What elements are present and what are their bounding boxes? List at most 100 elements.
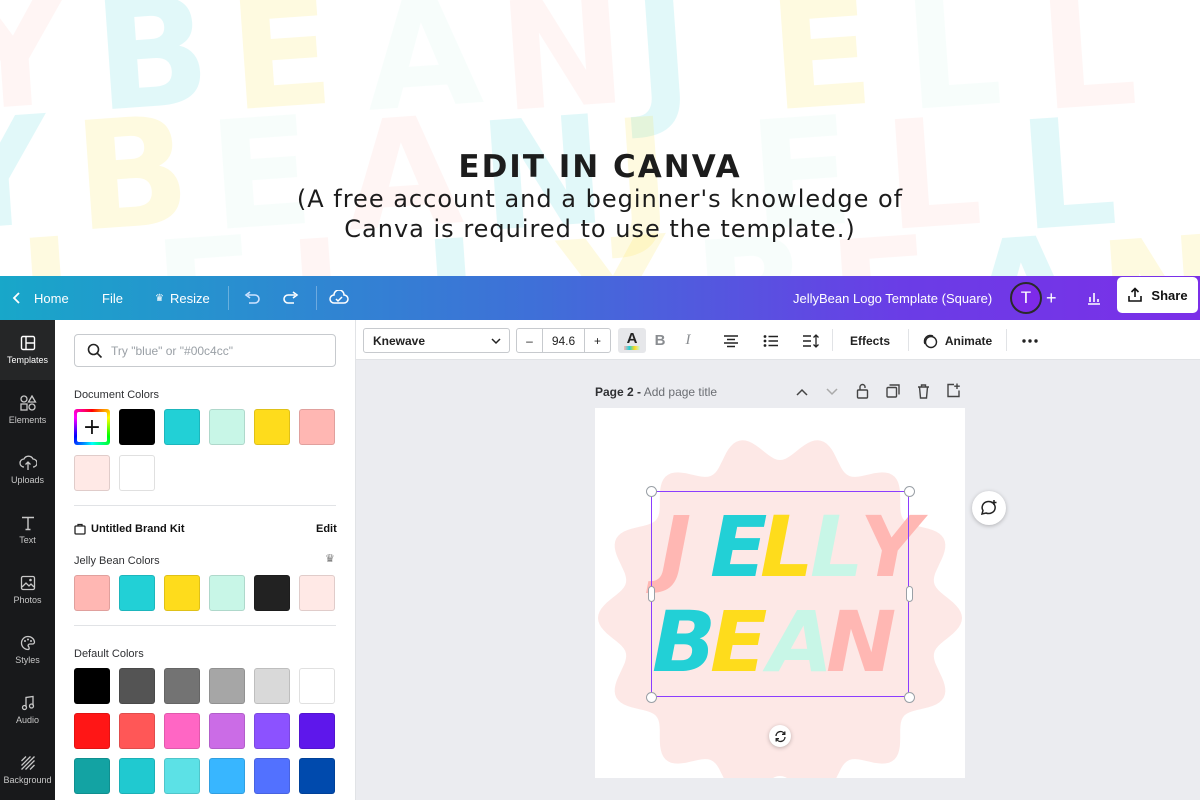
resize-handle-top-right[interactable] [904, 486, 915, 497]
default-color-swatch[interactable] [209, 668, 245, 704]
document-color-swatch[interactable] [209, 409, 245, 445]
default-color-swatch[interactable] [74, 758, 110, 794]
default-color-swatch[interactable] [119, 713, 155, 749]
default-color-swatch[interactable] [299, 668, 335, 704]
increase-size-button[interactable]: + [584, 329, 610, 352]
brand-kit-edit-link[interactable]: Edit [316, 523, 337, 535]
home-button[interactable]: Home [12, 276, 69, 320]
default-color-swatch[interactable] [164, 713, 200, 749]
rail-item-styles[interactable]: Styles [0, 620, 55, 680]
add-page-title-input[interactable]: Add page title [644, 385, 717, 399]
brand-color-swatch[interactable] [254, 575, 290, 611]
animate-button[interactable]: Animate [920, 328, 994, 353]
audio-icon [21, 695, 34, 711]
decrease-size-button[interactable]: – [517, 329, 543, 352]
default-color-swatch[interactable] [164, 758, 200, 794]
insights-button[interactable] [1086, 276, 1102, 320]
default-color-swatch[interactable] [119, 758, 155, 794]
user-avatar[interactable]: T [1010, 282, 1042, 314]
rail-item-audio[interactable]: Audio [0, 680, 55, 740]
more-dots-icon [1022, 338, 1038, 343]
brand-color-swatch[interactable] [299, 575, 335, 611]
trash-icon[interactable] [917, 384, 930, 399]
default-color-swatch[interactable] [254, 668, 290, 704]
chevron-left-icon [12, 292, 20, 304]
font-size-input[interactable]: 94.6 [543, 334, 584, 348]
rail-item-background[interactable]: Background [0, 740, 55, 800]
resize-handle-bottom-left[interactable] [646, 692, 657, 703]
default-color-swatch[interactable] [74, 668, 110, 704]
file-menu-button[interactable]: File [102, 276, 123, 320]
brand-kit-header: Untitled Brand Kit [74, 523, 185, 535]
list-button[interactable] [762, 328, 780, 353]
hero-subtitle-line-2: Canva is required to use the template.) [344, 215, 856, 243]
rail-label: Background [3, 775, 52, 785]
rail-item-templates[interactable]: Templates [0, 320, 55, 380]
default-color-swatch[interactable] [254, 713, 290, 749]
italic-button[interactable]: I [681, 328, 695, 353]
lock-icon[interactable] [856, 383, 869, 399]
rail-item-uploads[interactable]: Uploads [0, 440, 55, 500]
resize-button[interactable]: ♛ Resize [155, 276, 210, 320]
upload-share-icon [1128, 287, 1143, 302]
brand-color-swatch[interactable] [74, 575, 110, 611]
divider [74, 625, 336, 626]
rail-item-elements[interactable]: Elements [0, 380, 55, 440]
redo-button[interactable] [282, 276, 300, 320]
default-color-swatch[interactable] [254, 758, 290, 794]
bullet-list-icon [763, 334, 778, 347]
add-page-icon[interactable] [946, 383, 961, 398]
align-button[interactable] [722, 328, 740, 353]
plus-icon: + [593, 333, 601, 348]
align-center-icon [724, 334, 738, 347]
rail-item-text[interactable]: Text [0, 500, 55, 560]
rotate-handle[interactable] [769, 725, 791, 747]
resize-handle-right[interactable] [906, 586, 913, 602]
document-color-swatch[interactable] [299, 409, 335, 445]
styles-icon [20, 635, 35, 651]
resize-handle-bottom-right[interactable] [904, 692, 915, 703]
chevron-down-icon[interactable] [826, 388, 838, 396]
avatar-initial: T [1020, 288, 1032, 307]
selection-frame[interactable] [651, 491, 909, 697]
default-color-swatch[interactable] [299, 758, 335, 794]
brand-kit-title: Untitled Brand Kit [91, 523, 185, 535]
bold-button[interactable]: B [652, 328, 668, 353]
resize-handle-left[interactable] [648, 586, 655, 602]
rail-item-photos[interactable]: Photos [0, 560, 55, 620]
default-color-swatch[interactable] [209, 758, 245, 794]
text-color-icon: A [626, 329, 638, 347]
document-color-swatch[interactable] [164, 409, 200, 445]
spacing-button[interactable] [802, 328, 820, 353]
document-color-swatch[interactable] [254, 409, 290, 445]
default-color-swatch[interactable] [74, 713, 110, 749]
default-color-swatch[interactable] [119, 668, 155, 704]
brand-color-swatch[interactable] [119, 575, 155, 611]
add-collaborator-button[interactable]: + [1046, 276, 1057, 320]
brand-color-swatch[interactable] [209, 575, 245, 611]
document-color-swatch[interactable] [119, 455, 155, 491]
hero-banner: YBEANJELLYBEANJELLJELLYBEAN EDIT IN CANV… [0, 0, 1200, 276]
default-color-swatch[interactable] [164, 668, 200, 704]
add-comment-button[interactable] [972, 491, 1006, 525]
color-search-input[interactable]: Try "blue" or "#00c4cc" [74, 334, 336, 367]
document-title[interactable]: JellyBean Logo Template (Square) [793, 276, 992, 320]
undo-button[interactable] [243, 276, 261, 320]
share-button[interactable]: Share [1117, 277, 1198, 313]
duplicate-icon[interactable] [886, 384, 900, 398]
brand-color-swatch[interactable] [164, 575, 200, 611]
more-options-button[interactable] [1020, 328, 1040, 353]
document-color-swatch[interactable] [119, 409, 155, 445]
crown-icon: ♛ [325, 552, 335, 565]
document-color-swatch[interactable] [74, 455, 110, 491]
cloud-saved-status[interactable] [329, 276, 349, 320]
default-color-swatch[interactable] [209, 713, 245, 749]
effects-button[interactable]: Effects [844, 328, 896, 353]
text-color-button[interactable]: A [618, 328, 646, 353]
default-color-swatch[interactable] [299, 713, 335, 749]
redo-icon [283, 291, 299, 304]
font-family-dropdown[interactable]: Knewave [363, 328, 510, 353]
add-color-button[interactable]: + [74, 409, 110, 445]
resize-handle-top-left[interactable] [646, 486, 657, 497]
chevron-up-icon[interactable] [796, 388, 808, 396]
